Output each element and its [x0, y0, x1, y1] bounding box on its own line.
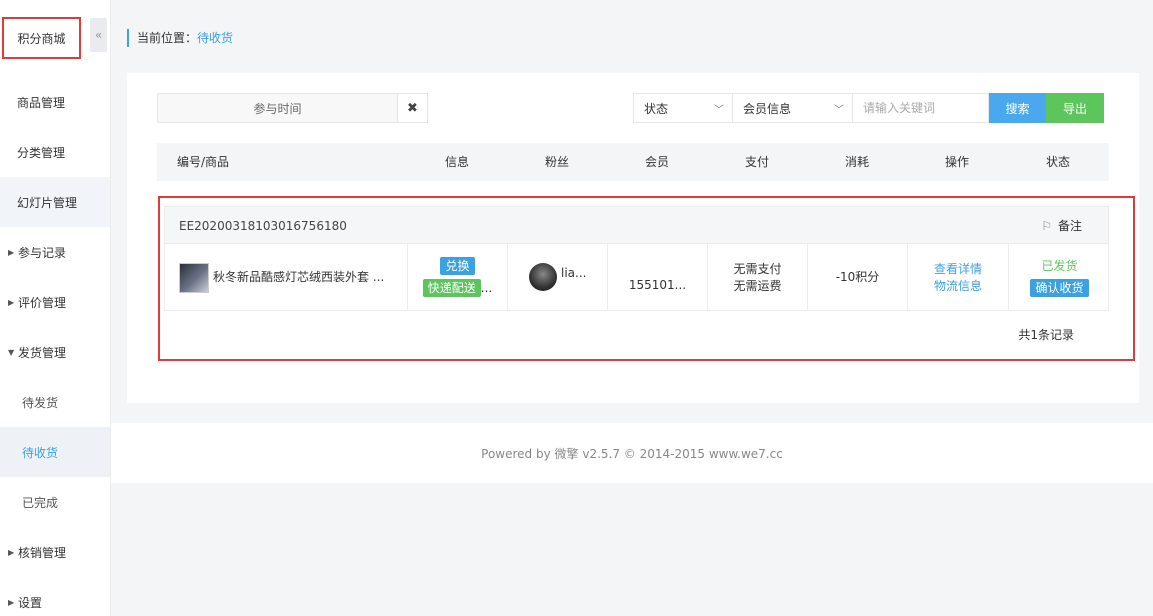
- logistics-link[interactable]: 物流信息: [908, 277, 1008, 294]
- caret-down-icon: ▼: [8, 347, 15, 357]
- column-header: 支付: [744, 155, 769, 169]
- total-records: 共1条记录: [1018, 328, 1074, 342]
- remark-label: 备注: [1057, 219, 1082, 233]
- remark-button[interactable]: ⚐ 备注: [1041, 207, 1082, 245]
- sidebar-item-label: 发货管理: [18, 345, 67, 360]
- sidebar-item-label: 幻灯片管理: [17, 195, 78, 210]
- table-header: 编号/商品 信息 粉丝 会员 支付 消耗 操作 状态: [157, 143, 1109, 181]
- order-number: EE20200318103016756180: [179, 219, 347, 233]
- sidebar-item-goods[interactable]: 商品管理: [0, 77, 110, 127]
- sidebar-item-settings[interactable]: ▶ 设置: [0, 577, 110, 616]
- goods-thumbnail: [179, 263, 209, 293]
- member-cell: 155101...: [608, 244, 708, 310]
- keyword-input[interactable]: [852, 93, 989, 123]
- sidebar-item-completed[interactable]: 已完成: [0, 477, 110, 527]
- sidebar-item-label: 核销管理: [18, 545, 67, 560]
- delivery-tag: 快递配送: [422, 279, 481, 297]
- fan-name: lia...: [561, 266, 587, 280]
- sidebar-item-shipping[interactable]: ▼ 发货管理: [0, 327, 110, 377]
- column-header: 会员: [644, 155, 669, 169]
- chevron-down-icon: ﹀: [834, 104, 844, 116]
- sidebar-item-label: 商品管理: [17, 95, 66, 110]
- clear-time-icon[interactable]: ✖: [397, 93, 428, 123]
- goods-name[interactable]: 秋冬新品酷感灯芯绒西装外套 ...: [213, 244, 384, 310]
- sidebar-item-verify[interactable]: ▶ 核销管理: [0, 527, 110, 577]
- column-header: 编号/商品: [177, 155, 230, 169]
- confirm-receipt-button[interactable]: 确认收货: [1030, 279, 1089, 297]
- more-text: ...: [480, 281, 493, 295]
- member-select-value: 会员信息: [743, 101, 792, 116]
- caret-right-icon: ▶: [8, 547, 15, 557]
- goods-cell: 秋冬新品酷感灯芯绒西装外套 ...: [165, 244, 408, 310]
- fan-cell: lia...: [508, 244, 608, 310]
- status-select-value: 状态: [644, 101, 669, 116]
- shipping-fee: 无需运费: [733, 279, 782, 293]
- status-select[interactable]: 状态 ﹀: [633, 93, 733, 123]
- breadcrumb-current[interactable]: 待收货: [197, 31, 233, 45]
- avatar: [529, 263, 557, 291]
- consume-cell: -10积分: [808, 244, 908, 310]
- sidebar-title[interactable]: 积分商城: [2, 17, 81, 59]
- exchange-tag: 兑换: [440, 257, 475, 275]
- participation-time-picker[interactable]: 参与时间: [157, 93, 398, 123]
- points-consumed: -10积分: [835, 270, 880, 284]
- sidebar-item-reviews[interactable]: ▶ 评价管理: [0, 277, 110, 327]
- info-cell: 兑换 快递配送...: [408, 244, 508, 310]
- status-badge: 已发货: [1041, 259, 1078, 273]
- operation-cell: 查看详情 物流信息: [908, 244, 1009, 310]
- breadcrumb-prefix: 当前位置：: [137, 31, 198, 45]
- table-row: 秋冬新品酷感灯芯绒西装外套 ... 兑换 快递配送... lia... 1551…: [164, 244, 1109, 311]
- sidebar-item-label: 分类管理: [17, 145, 66, 160]
- pay-status: 无需支付: [733, 262, 782, 276]
- sidebar-item-label: 待发货: [22, 395, 59, 410]
- column-header: 消耗: [844, 155, 869, 169]
- caret-right-icon: ▶: [8, 297, 15, 307]
- breadcrumb: 当前位置：待收货: [127, 29, 233, 47]
- search-button[interactable]: 搜索: [989, 93, 1046, 123]
- sidebar-item-label: 待收货: [22, 445, 59, 460]
- chevron-down-icon: ﹀: [714, 104, 724, 116]
- member-info-select[interactable]: 会员信息 ﹀: [732, 93, 853, 123]
- sidebar-item-to-receive[interactable]: 待收货: [0, 427, 110, 477]
- sidebar-item-records[interactable]: ▶ 参与记录: [0, 227, 110, 277]
- caret-right-icon: ▶: [8, 247, 15, 257]
- column-header: 粉丝: [544, 155, 569, 169]
- sidebar: 积分商城 « 商品管理 分类管理 幻灯片管理 ▶ 参与记录 ▶ 评价管理 ▼ 发货管理…: [0, 0, 111, 616]
- sidebar-item-label: 参与记录: [18, 245, 67, 260]
- sidebar-item-label: 设置: [18, 595, 43, 610]
- status-cell: 已发货 确认收货: [1009, 244, 1110, 310]
- payment-cell: 无需支付 无需运费: [708, 244, 808, 310]
- caret-right-icon: ▶: [8, 597, 15, 607]
- footer: Powered by 微擎 v2.5.7 © 2014-2015 www.we7…: [111, 423, 1153, 483]
- column-header: 状态: [1045, 155, 1070, 169]
- export-button[interactable]: 导出: [1046, 93, 1104, 123]
- member-id: 155101...: [628, 278, 687, 292]
- view-details-link[interactable]: 查看详情: [908, 260, 1008, 277]
- sidebar-item-label: 评价管理: [18, 295, 67, 310]
- collapse-sidebar-icon[interactable]: «: [90, 18, 107, 52]
- sidebar-item-label: 已完成: [22, 495, 59, 510]
- flag-icon: ⚐: [1041, 219, 1052, 233]
- main-panel: 参与时间 ✖ 状态 ﹀ 会员信息 ﹀ 搜索 导出 编号/商品 信息 粉丝 会员 …: [127, 73, 1139, 403]
- sidebar-item-category[interactable]: 分类管理: [0, 127, 110, 177]
- sidebar-item-slides[interactable]: 幻灯片管理: [0, 177, 110, 227]
- column-header: 信息: [444, 155, 469, 169]
- sidebar-item-to-ship[interactable]: 待发货: [0, 377, 110, 427]
- column-header: 操作: [944, 155, 969, 169]
- order-block: EE20200318103016756180 ⚐ 备注 秋冬新品酷感灯芯绒西装外套…: [158, 196, 1135, 361]
- order-header: EE20200318103016756180 ⚐ 备注: [164, 206, 1109, 244]
